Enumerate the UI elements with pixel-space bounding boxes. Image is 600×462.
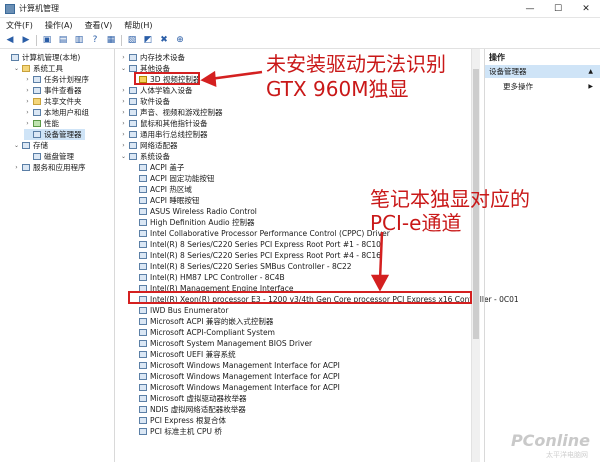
pconline-watermark: PConline: [510, 431, 590, 450]
annotation-no-driver-line2: GTX 960M独显: [266, 77, 409, 101]
pconline-watermark-sub: 太平洋电脑网: [546, 451, 588, 459]
arrow-to-pcie-controller-head: [370, 274, 390, 292]
annotation-no-driver-line1: 未安装驱动无法识别: [266, 52, 446, 76]
annotation-pcie-line1: 笔记本独显对应的: [370, 187, 530, 211]
arrow-to-3d-controller-head: [200, 70, 217, 87]
arrow-to-3d-controller-line: [209, 70, 263, 81]
arrow-to-pcie-controller-line: [378, 231, 384, 281]
annotation-pcie-line2: PCI-e通道: [370, 211, 462, 235]
